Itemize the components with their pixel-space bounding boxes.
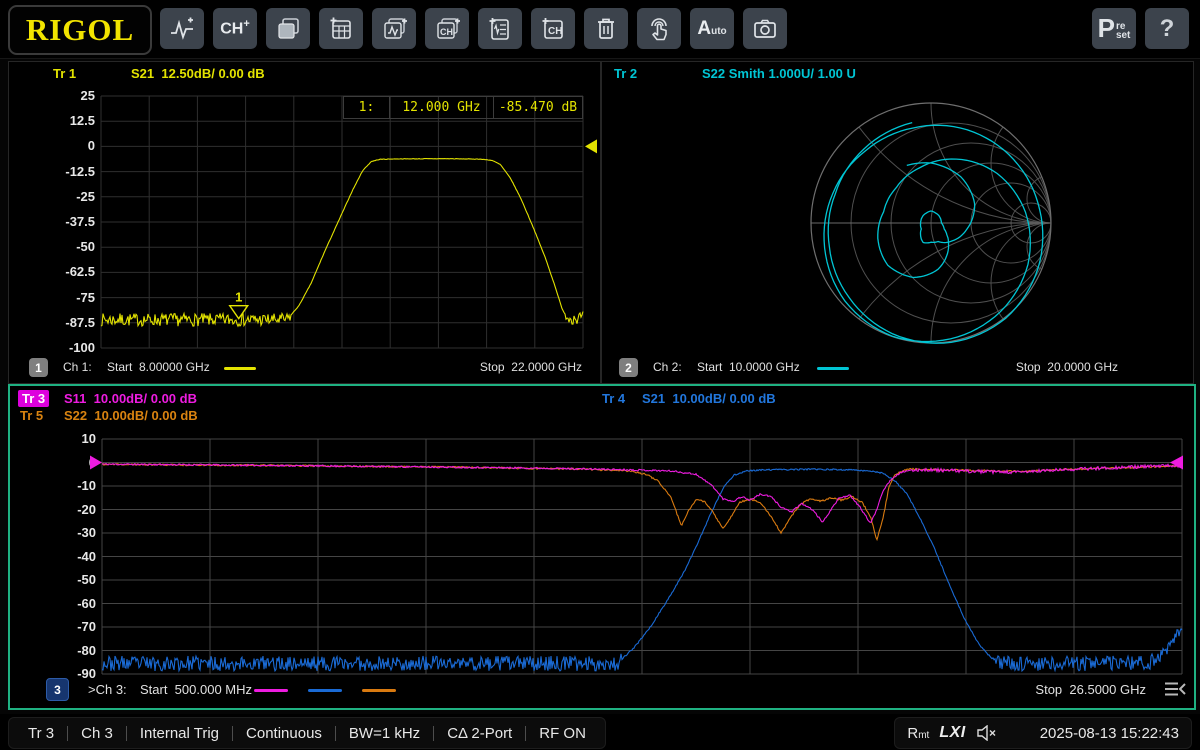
win2-footer: 2 Ch 2: Start 10.0000 GHz Stop 20.0000 G… (602, 356, 1193, 380)
channel3-badge[interactable]: 3 (46, 678, 69, 701)
auto-scale-button[interactable]: Auto (690, 8, 734, 49)
smith-plot-area[interactable] (602, 62, 1193, 388)
chart3 (10, 386, 1194, 708)
measurement-table-button[interactable] (319, 8, 363, 49)
status-sweep-mode[interactable]: Continuous (233, 726, 336, 741)
trace2-color-swatch (817, 367, 849, 370)
trash-icon (594, 16, 618, 42)
touch-hand-icon (646, 16, 672, 42)
vna-screen: RIGOL CH+ (0, 0, 1200, 750)
channel2-stop[interactable]: Stop 20.0000 GHz (1016, 360, 1118, 374)
win1-footer: 1 Ch 1: Start 8.00000 GHz Stop 22.0000 G… (9, 356, 600, 380)
status-if-bandwidth[interactable]: BW=1 kHz (336, 726, 434, 741)
marker-frequency: 12.000 GHz (390, 97, 494, 118)
add-channel-button[interactable]: CH+ (213, 8, 257, 49)
status-active-channel[interactable]: Ch 3 (68, 726, 127, 741)
channel2-start[interactable]: Start 10.0000 GHz (697, 360, 800, 374)
trace3-color-swatch (254, 689, 288, 692)
screenshot-button[interactable] (743, 8, 787, 49)
add-trace-button[interactable] (160, 8, 204, 49)
stacked-windows-icon (275, 16, 301, 42)
channel1-start[interactable]: Start 8.00000 GHz (107, 360, 210, 374)
status-bar: Tr 3 Ch 3 Internal Trig Continuous BW=1 … (0, 714, 1200, 750)
channel3-label: >Ch 3: (88, 682, 127, 697)
smith-chart (602, 62, 1193, 383)
speaker-mute-icon[interactable] (976, 725, 998, 741)
window-channel1[interactable]: Tr 1 S21 12.50dB/ 0.00 dB 2512.50-12.5-2… (8, 61, 601, 384)
clipboard-waveform-plus-icon (486, 16, 514, 42)
menu-collapse-icon (1162, 680, 1186, 698)
camera-icon (751, 16, 779, 42)
preset-button[interactable]: P reset (1092, 8, 1136, 49)
marker-1-number: 1 (235, 290, 242, 305)
help-button[interactable]: ? (1145, 8, 1189, 49)
add-channel-label: CH+ (220, 18, 250, 38)
waveform-plus-icon (168, 16, 196, 42)
marker-1-symbol[interactable] (230, 306, 248, 319)
table-plus-icon (328, 16, 354, 42)
trace5-color-swatch (362, 689, 396, 692)
status-active-trace[interactable]: Tr 3 (15, 726, 68, 741)
add-channel-window-button[interactable]: CH (425, 8, 469, 49)
expand-menu-button[interactable] (1160, 678, 1188, 700)
window-channel2[interactable]: Tr 2 S22 Smith 1.000U/ 1.00 U 2 Ch 2: St… (601, 61, 1194, 384)
windows-waveform-plus-icon (380, 16, 408, 42)
trace4-color-swatch (308, 689, 342, 692)
status-rf-state[interactable]: RF ON (526, 726, 599, 741)
status-left-group: Tr 3 Ch 3 Internal Trig Continuous BW=1 … (8, 717, 606, 749)
channel-table-add-button[interactable]: CH (531, 8, 575, 49)
marker-readout: 1: 12.000 GHz -85.470 dB (343, 96, 583, 119)
windows-ch-plus-icon: CH (433, 16, 461, 42)
remote-indicator: Rmt (907, 725, 929, 742)
clock: 2025-08-13 15:22:43 (1040, 725, 1179, 742)
auto-scale-label: Auto (697, 18, 726, 40)
svg-text:CH: CH (548, 26, 562, 37)
s22-smith-trace (824, 123, 1043, 344)
preset-label: P reset (1098, 13, 1131, 44)
add-trace-window-button[interactable] (372, 8, 416, 49)
toolbar: RIGOL CH+ (0, 0, 1200, 59)
smith-grid (811, 62, 1193, 383)
delete-button[interactable] (584, 8, 628, 49)
channel3-stop[interactable]: Stop 26.5000 GHz (1035, 682, 1146, 697)
ref-level-marker[interactable] (585, 139, 597, 153)
folder-ch-plus-icon: CH (539, 16, 567, 42)
status-trigger-source[interactable]: Internal Trig (127, 726, 233, 741)
ref-level-marker[interactable] (90, 456, 102, 470)
channel2-label: Ch 2: (653, 360, 682, 374)
rigol-logo-text: RIGOL (26, 12, 134, 48)
win3-footer: 3 >Ch 3: Start 500.000 MHz Stop 26.5000 … (10, 678, 1194, 702)
window-channel3-active[interactable]: Tr 3 S11 10.00dB/ 0.00 dB Tr 4 S21 10.00… (8, 384, 1196, 710)
marker-value: -85.470 dB (494, 97, 582, 118)
channel1-label: Ch 1: (63, 360, 92, 374)
status-cal-state[interactable]: CΔ 2-Port (434, 726, 526, 741)
channel1-badge[interactable]: 1 (29, 358, 48, 377)
lxi-indicator: LXI (939, 724, 965, 742)
marker-id: 1: (344, 97, 390, 118)
status-right-group: Rmt LXI 2025-08-13 15:22:43 (894, 717, 1192, 749)
window-layout-button[interactable] (266, 8, 310, 49)
rigol-logo: RIGOL (8, 5, 152, 55)
trace1-color-swatch (224, 367, 256, 370)
touch-button[interactable] (637, 8, 681, 49)
help-label: ? (1160, 15, 1175, 43)
channel1-stop[interactable]: Stop 22.0000 GHz (480, 360, 582, 374)
channel2-badge[interactable]: 2 (619, 358, 638, 377)
trace-list-add-button[interactable] (478, 8, 522, 49)
channel3-start[interactable]: Start 500.000 MHz (140, 682, 252, 697)
svg-text:CH: CH (440, 27, 453, 37)
win3-plot-area[interactable] (10, 386, 1194, 713)
